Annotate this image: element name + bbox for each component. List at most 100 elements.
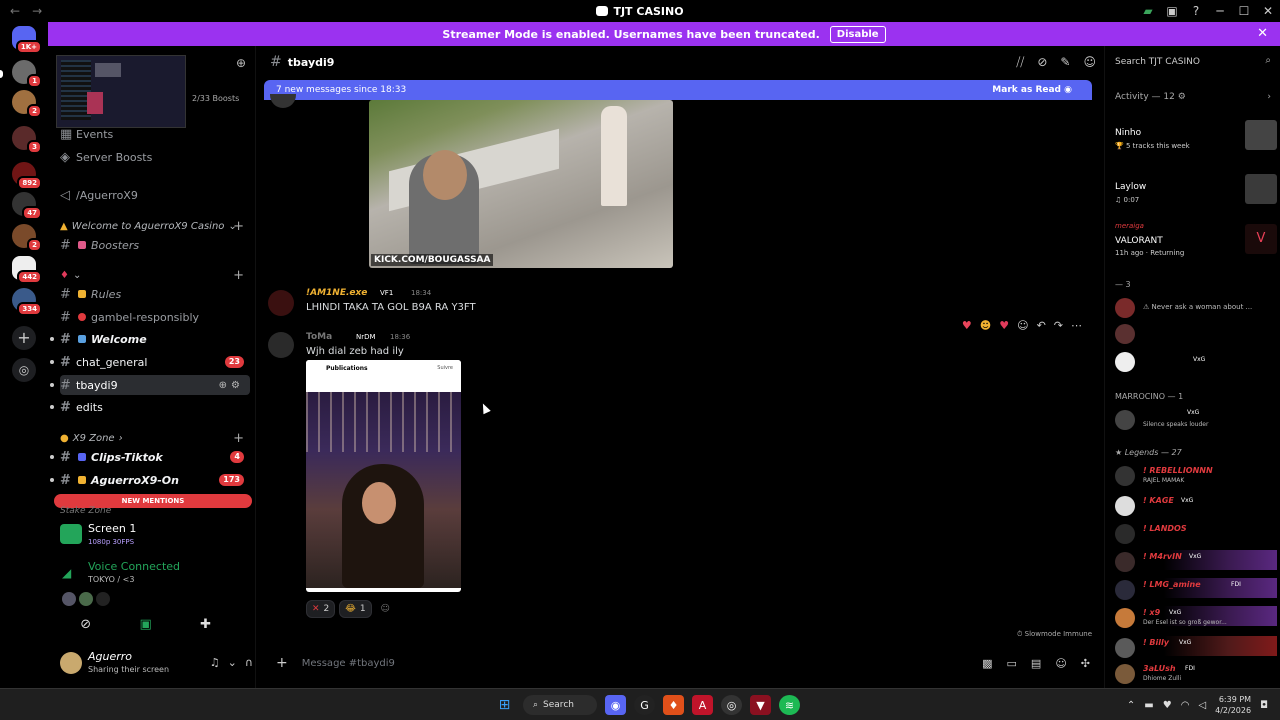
help-icon[interactable]: ?	[1184, 4, 1208, 18]
forward-icon[interactable]: →	[32, 4, 42, 18]
activity-item[interactable]: Laylow ♫ 0:07	[1115, 172, 1277, 212]
signal-icon[interactable]: ◢	[62, 566, 71, 580]
more-icon[interactable]: ⋯	[1071, 319, 1082, 332]
channel-rules[interactable]: # Rules	[60, 284, 250, 304]
channel-tbaydi9[interactable]: # tbaydi9 ⊕⚙	[50, 375, 250, 395]
obs-app-icon[interactable]: ◎	[721, 695, 742, 715]
avatar[interactable]	[62, 592, 76, 606]
notification-bell-icon[interactable]: ◘	[1260, 700, 1268, 711]
member-item[interactable]: VxG	[1115, 350, 1277, 372]
discord-app-icon[interactable]: ◉	[605, 695, 626, 715]
voice-status[interactable]: Voice Connected	[88, 560, 180, 573]
screen-share-icon[interactable]: ▣	[139, 617, 151, 632]
username[interactable]: Aguerro	[88, 650, 132, 663]
video-attachment[interactable]: KICK.COM/BOUGASSAA	[369, 100, 673, 268]
message-author[interactable]: ToMa	[306, 332, 332, 342]
reaction-x[interactable]: ✕ 2	[306, 600, 336, 618]
apps-icon[interactable]: ✣	[1081, 657, 1090, 670]
mic-icon[interactable]: ♫	[210, 656, 220, 669]
pin-icon[interactable]: ✎	[1060, 55, 1070, 70]
sidebar-item-server-boosts[interactable]: ◈ Server Boosts	[60, 147, 250, 167]
member-item[interactable]: VxG Silence speaks louder	[1115, 408, 1277, 430]
sidebar-item-aguerrox9[interactable]: ◁ /AguerroX9	[60, 185, 250, 205]
nitro-icon[interactable]: ▰	[1136, 4, 1160, 18]
gift-icon[interactable]: ▩	[982, 657, 992, 670]
maximize-button[interactable]: ☐	[1232, 4, 1256, 18]
windows-start-icon[interactable]: ⊞	[494, 695, 515, 715]
channel-gambel-responsibly[interactable]: # gambel-responsibly	[60, 307, 250, 327]
avatar[interactable]	[60, 652, 82, 674]
attach-icon[interactable]: +	[276, 655, 288, 671]
add-channel-icon[interactable]: +	[233, 268, 244, 283]
chevron-down-icon[interactable]: ⌄	[228, 656, 237, 669]
message-input[interactable]: Message #tbaydi9	[302, 658, 395, 669]
gear-icon[interactable]: ⚙	[231, 380, 244, 391]
new-messages-bar[interactable]: 7 new messages since 18:33 Mark as Read …	[264, 80, 1092, 100]
activity-item[interactable]: meraiga VALORANT 11h ago · Returning V	[1115, 222, 1277, 262]
member-item[interactable]: ! REBELLIONNN RAJEL MAMAK	[1115, 464, 1277, 486]
activity-item[interactable]: Ninho 🏆 5 tracks this week	[1115, 118, 1277, 158]
message-author[interactable]: !AM1NE.exe	[306, 288, 367, 298]
member-item[interactable]	[1115, 322, 1277, 344]
browser-app-icon[interactable]: G	[634, 695, 655, 715]
category-collapsed[interactable]: ♦ ⌄ +	[60, 267, 250, 283]
invite-icon[interactable]: ⊕	[236, 56, 246, 70]
server-folder-icon[interactable]: 334	[12, 288, 42, 316]
mark-as-read-button[interactable]: Mark as Read ◉	[992, 85, 1072, 95]
search-icon[interactable]: ⌕	[1265, 55, 1271, 66]
activities-icon[interactable]: ✚	[200, 617, 211, 632]
close-banner-icon[interactable]: ✕	[1257, 26, 1268, 41]
activity-header[interactable]: Activity — 12 ⚙ ›	[1115, 92, 1271, 102]
voice-channel-name[interactable]: TOKYO / <3	[88, 575, 134, 584]
disable-streamer-button[interactable]: Disable	[829, 25, 886, 43]
brave-app-icon[interactable]: ♦	[663, 695, 684, 715]
discover-icon[interactable]: ◎	[12, 358, 36, 382]
notification-mute-icon[interactable]: ⊘	[1037, 55, 1047, 70]
add-reaction-icon[interactable]: ☺	[376, 600, 395, 618]
gif-icon[interactable]: ▭	[1007, 657, 1017, 670]
message-composer[interactable]: + Message #tbaydi9 ▩ ▭ ▤ ☺ ✣	[264, 648, 1096, 678]
channel-welcome[interactable]: # Welcome	[50, 329, 250, 349]
server-icon[interactable]: 1	[12, 60, 42, 88]
reply-icon[interactable]: ↶	[1037, 319, 1046, 332]
server-icon[interactable]: 47	[12, 192, 42, 220]
add-channel-icon[interactable]: +	[233, 431, 244, 446]
spotify-app-icon[interactable]: ≋	[779, 695, 800, 715]
camera-off-icon[interactable]: ⊘	[80, 617, 91, 632]
members-icon[interactable]: ☺	[1083, 55, 1096, 70]
inbox-icon[interactable]: ▣	[1160, 4, 1184, 18]
member-item[interactable]: ⚠ Never ask a woman about ...	[1115, 296, 1277, 318]
channel-chat-general[interactable]: # chat_general 23	[50, 352, 250, 372]
sticker-icon[interactable]: ▤	[1031, 657, 1041, 670]
member-item[interactable]: ! LMG_amine FDI	[1115, 578, 1277, 600]
broken-heart-icon[interactable]: ♥	[999, 319, 1009, 332]
boost-count[interactable]: 2/33 Boosts	[192, 94, 239, 103]
member-item[interactable]: ! x9 VxG Der Esel ist so groß gewor...	[1115, 606, 1277, 628]
app-icon[interactable]: ▼	[750, 695, 771, 715]
channel-edits[interactable]: # edits	[50, 397, 250, 417]
avatar[interactable]	[79, 592, 93, 606]
tray-app-icon[interactable]: ♥	[1163, 700, 1172, 711]
category-welcome[interactable]: ▲ Welcome to AguerroX9 Casino ⌄ +	[60, 218, 250, 234]
member-item[interactable]: ! M4rvIN VxG	[1115, 550, 1277, 572]
clock[interactable]: 6:39 PM 4/2/2026	[1215, 694, 1251, 716]
image-attachment[interactable]: Publications Suivre	[306, 360, 461, 592]
channel-aguerrox9-on[interactable]: # AguerroX9-On 173	[50, 470, 250, 490]
wifi-icon[interactable]: ◠	[1181, 700, 1190, 711]
close-window-button[interactable]: ✕	[1256, 4, 1280, 18]
threads-icon[interactable]: ⧸⧸	[1016, 55, 1024, 70]
heart-reaction-icon[interactable]: ♥	[962, 319, 972, 332]
dm-home-icon[interactable]: 1K+	[12, 26, 42, 54]
member-item[interactable]: ! Billy VxG	[1115, 636, 1277, 658]
server-icon[interactable]: 2	[12, 90, 42, 118]
channel-boosters[interactable]: # Boosters	[60, 235, 250, 255]
emoji-icon[interactable]: ☺	[1055, 657, 1066, 670]
chevron-right-icon[interactable]: ›	[1267, 92, 1271, 102]
volume-icon[interactable]: ◁	[1198, 700, 1206, 711]
forward-icon[interactable]: ↷	[1054, 319, 1063, 332]
category-stake-zone[interactable]: Stake Zone	[60, 506, 111, 516]
channel-clips-tiktok[interactable]: # Clips-Tiktok 4	[50, 447, 250, 467]
reaction-laugh[interactable]: 😂 1	[339, 600, 372, 618]
server-icon[interactable]: 2	[12, 224, 42, 252]
invite-icon[interactable]: ⊕	[219, 380, 231, 391]
